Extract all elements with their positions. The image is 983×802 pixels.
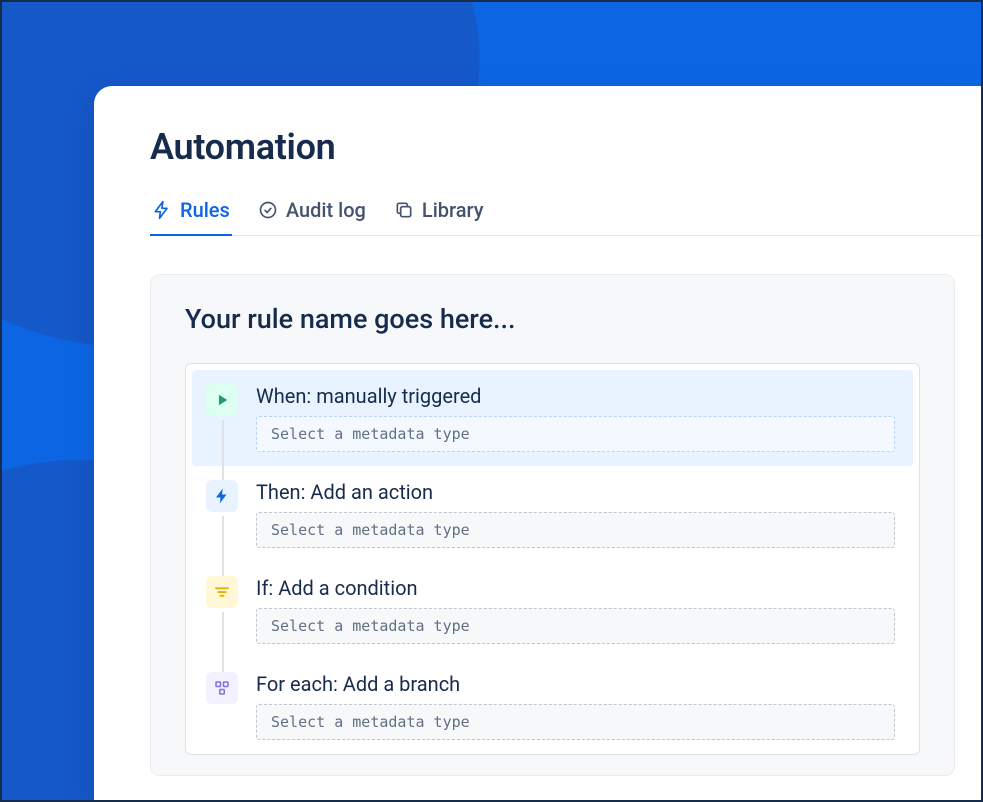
check-circle-icon	[258, 200, 278, 220]
play-icon	[206, 384, 238, 416]
tab-audit-log[interactable]: Audit log	[256, 198, 368, 236]
step-label: When: manually triggered	[256, 384, 895, 408]
main-panel: Automation Rules Audit log Library	[94, 86, 983, 802]
tab-label: Audit log	[286, 198, 366, 222]
branch-icon	[206, 672, 238, 704]
step-label: For each: Add a branch	[256, 672, 895, 696]
tab-rules[interactable]: Rules	[150, 198, 232, 236]
step-then[interactable]: Then: Add an action Select a metadata ty…	[192, 466, 913, 562]
metadata-type-select[interactable]: Select a metadata type	[256, 608, 895, 644]
step-for-each[interactable]: For each: Add a branch Select a metadata…	[192, 658, 913, 754]
step-when[interactable]: When: manually triggered Select a metada…	[192, 370, 913, 466]
metadata-type-select[interactable]: Select a metadata type	[256, 704, 895, 740]
filter-icon	[206, 576, 238, 608]
rule-card: Your rule name goes here... When: manual…	[150, 274, 955, 776]
tab-label: Rules	[180, 198, 230, 222]
bolt-icon	[206, 480, 238, 512]
rule-steps-box: When: manually triggered Select a metada…	[185, 363, 920, 755]
rule-name-input[interactable]: Your rule name goes here...	[185, 303, 920, 335]
copy-icon	[394, 200, 414, 220]
lightning-icon	[152, 200, 172, 220]
tab-label: Library	[422, 198, 484, 222]
tab-library[interactable]: Library	[392, 198, 486, 236]
metadata-type-select[interactable]: Select a metadata type	[256, 512, 895, 548]
step-if[interactable]: If: Add a condition Select a metadata ty…	[192, 562, 913, 658]
metadata-type-select[interactable]: Select a metadata type	[256, 416, 895, 452]
step-label: Then: Add an action	[256, 480, 895, 504]
page-title: Automation	[150, 126, 983, 168]
step-label: If: Add a condition	[256, 576, 895, 600]
tabs: Rules Audit log Library	[150, 198, 983, 236]
